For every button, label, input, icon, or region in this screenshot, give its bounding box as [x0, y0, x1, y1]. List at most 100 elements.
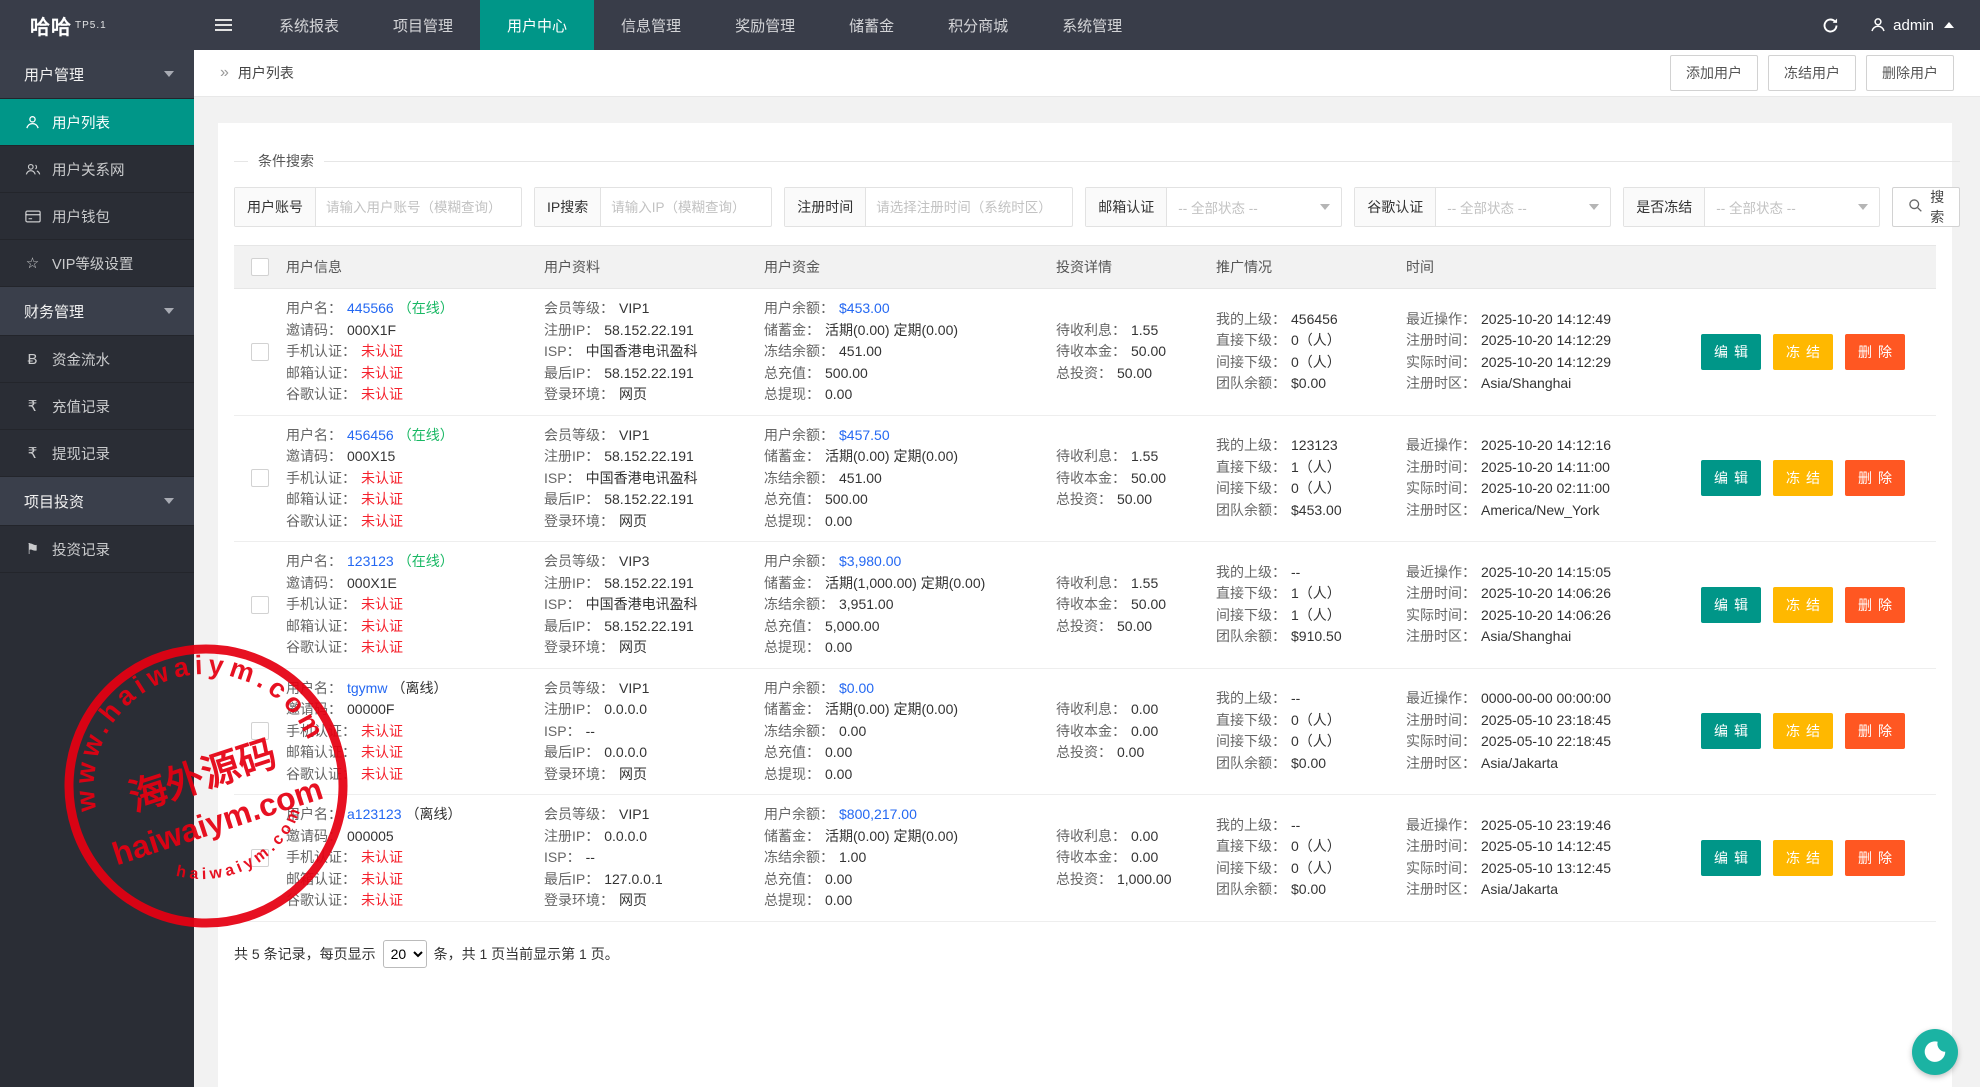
value: 2025-05-10 23:18:45 [1481, 712, 1611, 728]
balance-line: 用户余额：$453.00 [764, 298, 1056, 320]
page-size-select[interactable]: 20 [383, 940, 427, 968]
delete-button[interactable]: 删除 [1845, 713, 1905, 749]
username-link[interactable]: 445566 [347, 300, 394, 316]
nav-item-4[interactable]: 信息管理 [594, 0, 708, 50]
balance-line: 用户余额：$0.00 [764, 678, 1056, 700]
delete-button[interactable]: 删除 [1845, 587, 1905, 623]
reg-time-input[interactable] [866, 188, 1072, 226]
isp-line: ISP：中国香港电讯盈科 [544, 468, 764, 490]
real-time-line: 实际时间：2025-05-10 22:18:45 [1406, 731, 1646, 753]
row-checkbox[interactable] [251, 849, 269, 867]
label: 最后IP： [544, 618, 599, 634]
freeze-button[interactable]: 冻结 [1773, 713, 1833, 749]
menu-toggle-icon[interactable] [194, 0, 252, 50]
table-row: 用户名：456456（在线）邀请码：000X15手机认证：未认证邮箱认证：未认证… [234, 416, 1936, 543]
label: 用户名： [286, 427, 342, 443]
username-link[interactable]: tgymw [347, 680, 387, 696]
direct-downline-line: 直接下级：1（人） [1216, 583, 1406, 605]
select-all-checkbox[interactable] [251, 258, 269, 276]
nav-item-6[interactable]: 储蓄金 [822, 0, 921, 50]
edit-button[interactable]: 编辑 [1701, 587, 1761, 623]
label: 登录环境： [544, 639, 614, 655]
label: 总充值： [764, 871, 820, 887]
value: 1（人） [1291, 459, 1341, 475]
nav-item-5[interactable]: 奖励管理 [708, 0, 822, 50]
label: 总投资： [1056, 491, 1112, 507]
value: 未认证 [361, 513, 403, 529]
edit-button[interactable]: 编辑 [1701, 460, 1761, 496]
ip-input[interactable] [601, 188, 771, 226]
delete-button[interactable]: 删除 [1845, 460, 1905, 496]
freeze-button[interactable]: 冻结 [1773, 334, 1833, 370]
balance-line: 用户余额：$800,217.00 [764, 804, 1056, 826]
delete-button[interactable]: 删除 [1845, 840, 1905, 876]
nav-item-2[interactable]: 项目管理 [366, 0, 480, 50]
nav-item-3[interactable]: 用户中心 [480, 0, 594, 50]
label: 邮箱认证： [286, 618, 356, 634]
sidebar-group-1[interactable]: 用户管理 [0, 50, 194, 99]
username-link[interactable]: 456456 [347, 427, 394, 443]
google-verify-select[interactable]: -- 全部状态 -- [1436, 188, 1610, 226]
nav-item-1[interactable]: 系统报表 [252, 0, 366, 50]
add-user-button[interactable]: 添加用户 [1670, 55, 1758, 91]
table-row: 用户名：123123（在线）邀请码：000X1E手机认证：未认证邮箱认证：未认证… [234, 542, 1936, 669]
timezone-line: 注册时区：Asia/Jakarta [1406, 879, 1646, 901]
search-button[interactable]: 搜索 [1892, 187, 1960, 227]
phone-cert-line: 手机认证：未认证 [286, 847, 544, 869]
sidebar-item-3[interactable]: 用户钱包 [0, 193, 194, 240]
freeze-button[interactable]: 冻结 [1773, 840, 1833, 876]
sidebar-item-8[interactable]: ⚑投资记录 [0, 526, 194, 573]
username-link[interactable]: a123123 [347, 806, 402, 822]
row-checkbox[interactable] [251, 722, 269, 740]
account-input[interactable] [316, 188, 521, 226]
login-env-line: 登录环境：网页 [544, 384, 764, 406]
value: 0.00 [1131, 723, 1158, 739]
row-checkbox[interactable] [251, 469, 269, 487]
delete-button[interactable]: 删除 [1845, 334, 1905, 370]
edit-button[interactable]: 编辑 [1701, 840, 1761, 876]
label: 手机认证： [286, 596, 356, 612]
rupee-icon: ₹ [24, 446, 41, 461]
sidebar-item-7[interactable]: ₹提现记录 [0, 430, 194, 477]
breadcrumb-bar: » 用户列表 添加用户冻结用户删除用户 [194, 50, 1980, 97]
pagination-suffix: 条，共 1 页当前显示第 1 页。 [434, 944, 619, 964]
sidebar-item-4[interactable]: ☆VIP等级设置 [0, 240, 194, 287]
sidebar-item-5[interactable]: Ƀ资金流水 [0, 336, 194, 383]
row-checkbox[interactable] [251, 596, 269, 614]
sidebar-group-3[interactable]: 项目投资 [0, 477, 194, 526]
frozen-select[interactable]: -- 全部状态 -- [1705, 188, 1879, 226]
username-link[interactable]: 123123 [347, 553, 394, 569]
refresh-icon[interactable] [1821, 16, 1840, 35]
sidebar-group-2[interactable]: 财务管理 [0, 287, 194, 336]
breadcrumb-arrow-icon: » [220, 64, 229, 82]
isp-line: ISP：-- [544, 847, 764, 869]
sidebar-item-2[interactable]: 用户关系网 [0, 146, 194, 193]
email-verify-select[interactable]: -- 全部状态 -- [1167, 188, 1341, 226]
sidebar-item-6[interactable]: ₹充值记录 [0, 383, 194, 430]
delete-user-button[interactable]: 删除用户 [1866, 55, 1954, 91]
sidebar-item-1[interactable]: 用户列表 [0, 99, 194, 146]
freeze-button[interactable]: 冻结 [1773, 587, 1833, 623]
freeze-user-button[interactable]: 冻结用户 [1768, 55, 1856, 91]
edit-button[interactable]: 编辑 [1701, 334, 1761, 370]
freeze-button[interactable]: 冻结 [1773, 460, 1833, 496]
value: -- [1291, 564, 1300, 580]
value: 50.00 [1117, 365, 1152, 381]
label: 用户余额： [764, 553, 834, 569]
total-invest-line: 总投资：50.00 [1056, 363, 1216, 385]
google-cert-line: 谷歌认证：未认证 [286, 511, 544, 533]
row-checkbox[interactable] [251, 343, 269, 361]
float-action-button[interactable] [1912, 1029, 1958, 1075]
caret-down-icon [1589, 204, 1599, 210]
user-menu[interactable]: admin [1870, 17, 1954, 34]
promotion-cell: 我的上级：456456直接下级：0（人）间接下级：0（人）团队余额：$0.00 [1216, 309, 1406, 395]
edit-button[interactable]: 编辑 [1701, 713, 1761, 749]
balance-value: $800,217.00 [839, 806, 917, 822]
total-invest-line: 总投资：0.00 [1056, 742, 1216, 764]
select-all-cell [234, 258, 286, 276]
value: 0（人） [1291, 354, 1341, 370]
nav-item-8[interactable]: 系统管理 [1035, 0, 1149, 50]
value: 2025-10-20 02:11:00 [1481, 480, 1610, 496]
nav-item-7[interactable]: 积分商城 [921, 0, 1035, 50]
group-label: 项目投资 [24, 491, 84, 512]
